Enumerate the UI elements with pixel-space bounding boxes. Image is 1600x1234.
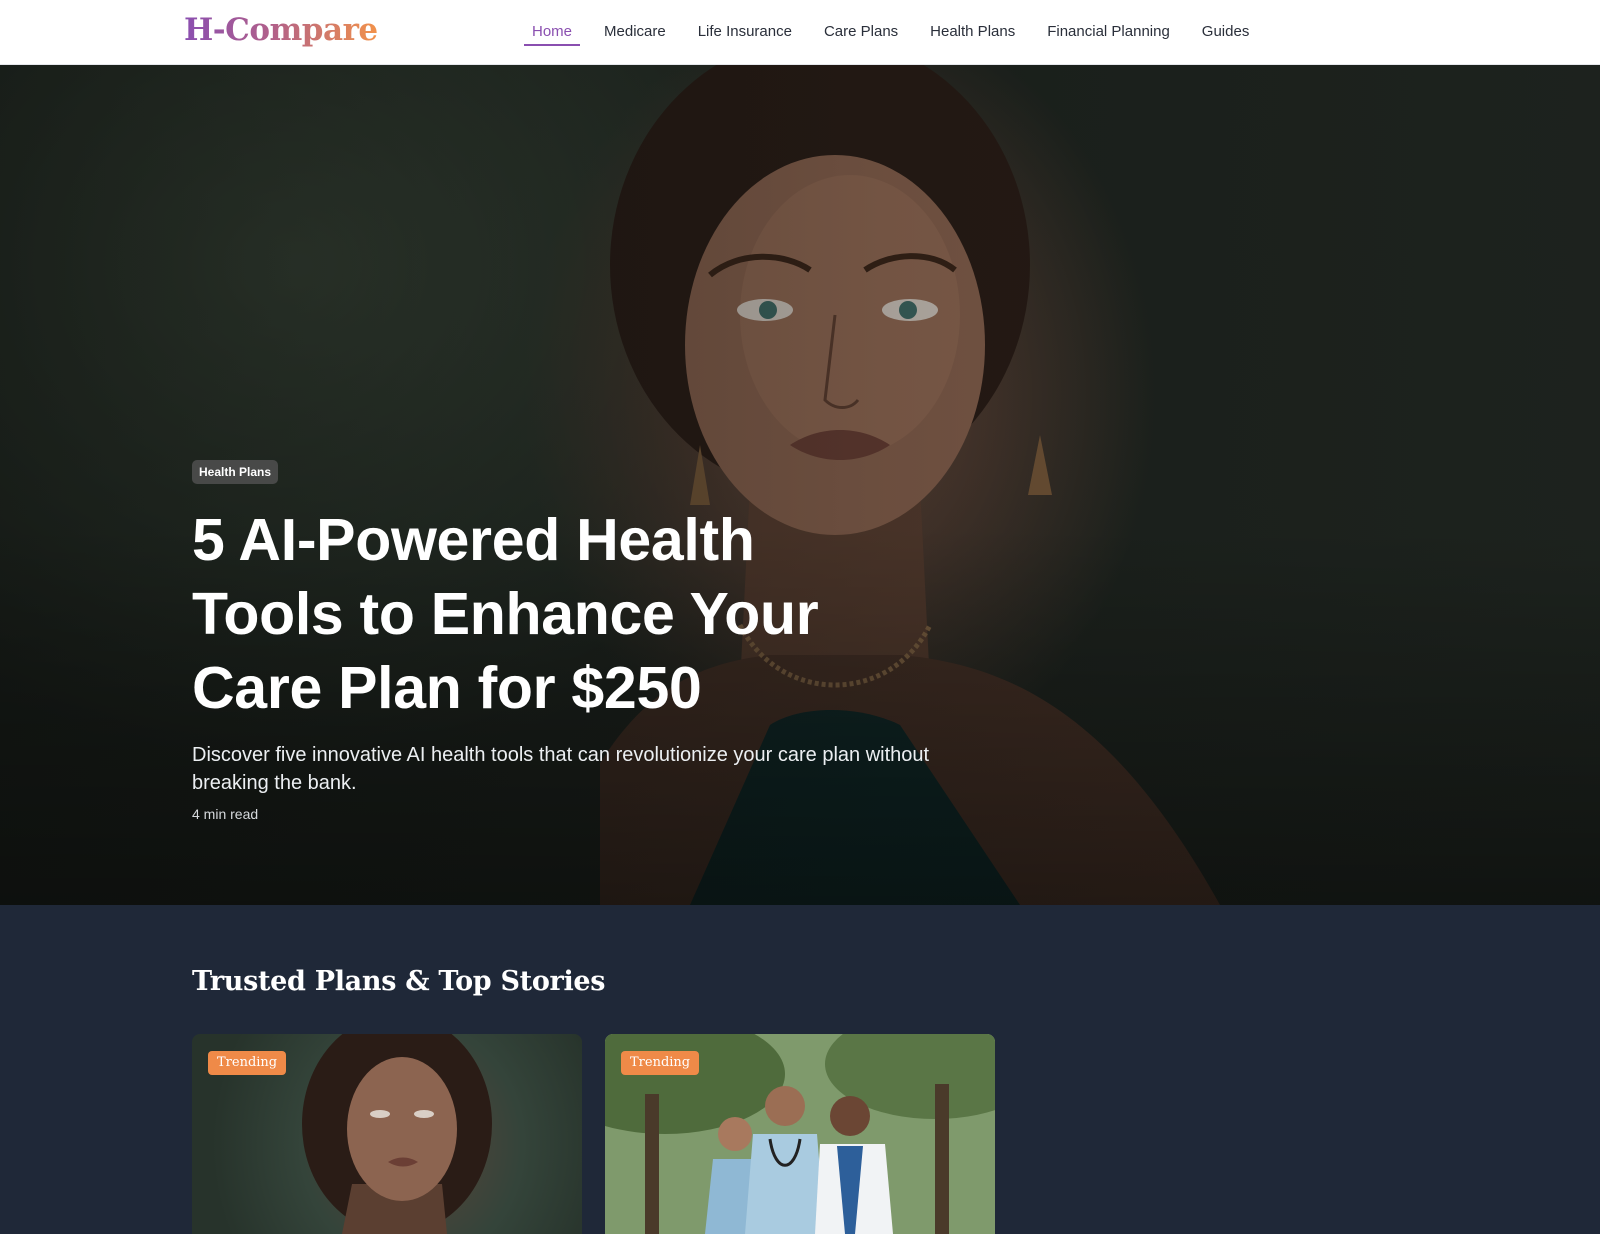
category-badge[interactable]: Health Plans [192, 460, 279, 484]
read-time: 4 min read [192, 806, 259, 822]
nav-item-care-plans[interactable]: Care Plans [816, 0, 906, 64]
site-header: H-Compare Home Medicare Life Insurance C… [0, 0, 1600, 65]
nav-item-financial-planning[interactable]: Financial Planning [1039, 0, 1178, 64]
story-card[interactable]: Trending [605, 1034, 995, 1234]
nav-item-home[interactable]: Home [524, 0, 581, 64]
hero-subtitle: Discover five innovative AI health tools… [192, 744, 930, 794]
hero-banner[interactable]: Health Plans 5 AI-Powered Health Tools t… [0, 65, 1600, 905]
trending-tag: Trending [208, 1051, 287, 1075]
story-card[interactable]: Trending [192, 1034, 582, 1234]
nav-item-guides[interactable]: Guides [1194, 0, 1258, 64]
section-title: Trusted Plans & Top Stories [192, 966, 606, 997]
nav-item-health-plans[interactable]: Health Plans [922, 0, 1023, 64]
trending-tag: Trending [621, 1051, 700, 1075]
hero-title[interactable]: 5 AI-Powered Health Tools to Enhance You… [192, 503, 912, 725]
nav-item-medicare[interactable]: Medicare [596, 0, 674, 64]
main-nav: Home Medicare Life Insurance Care Plans … [524, 0, 1273, 64]
site-logo[interactable]: H-Compare [184, 12, 378, 48]
nav-item-life-insurance[interactable]: Life Insurance [690, 0, 800, 64]
